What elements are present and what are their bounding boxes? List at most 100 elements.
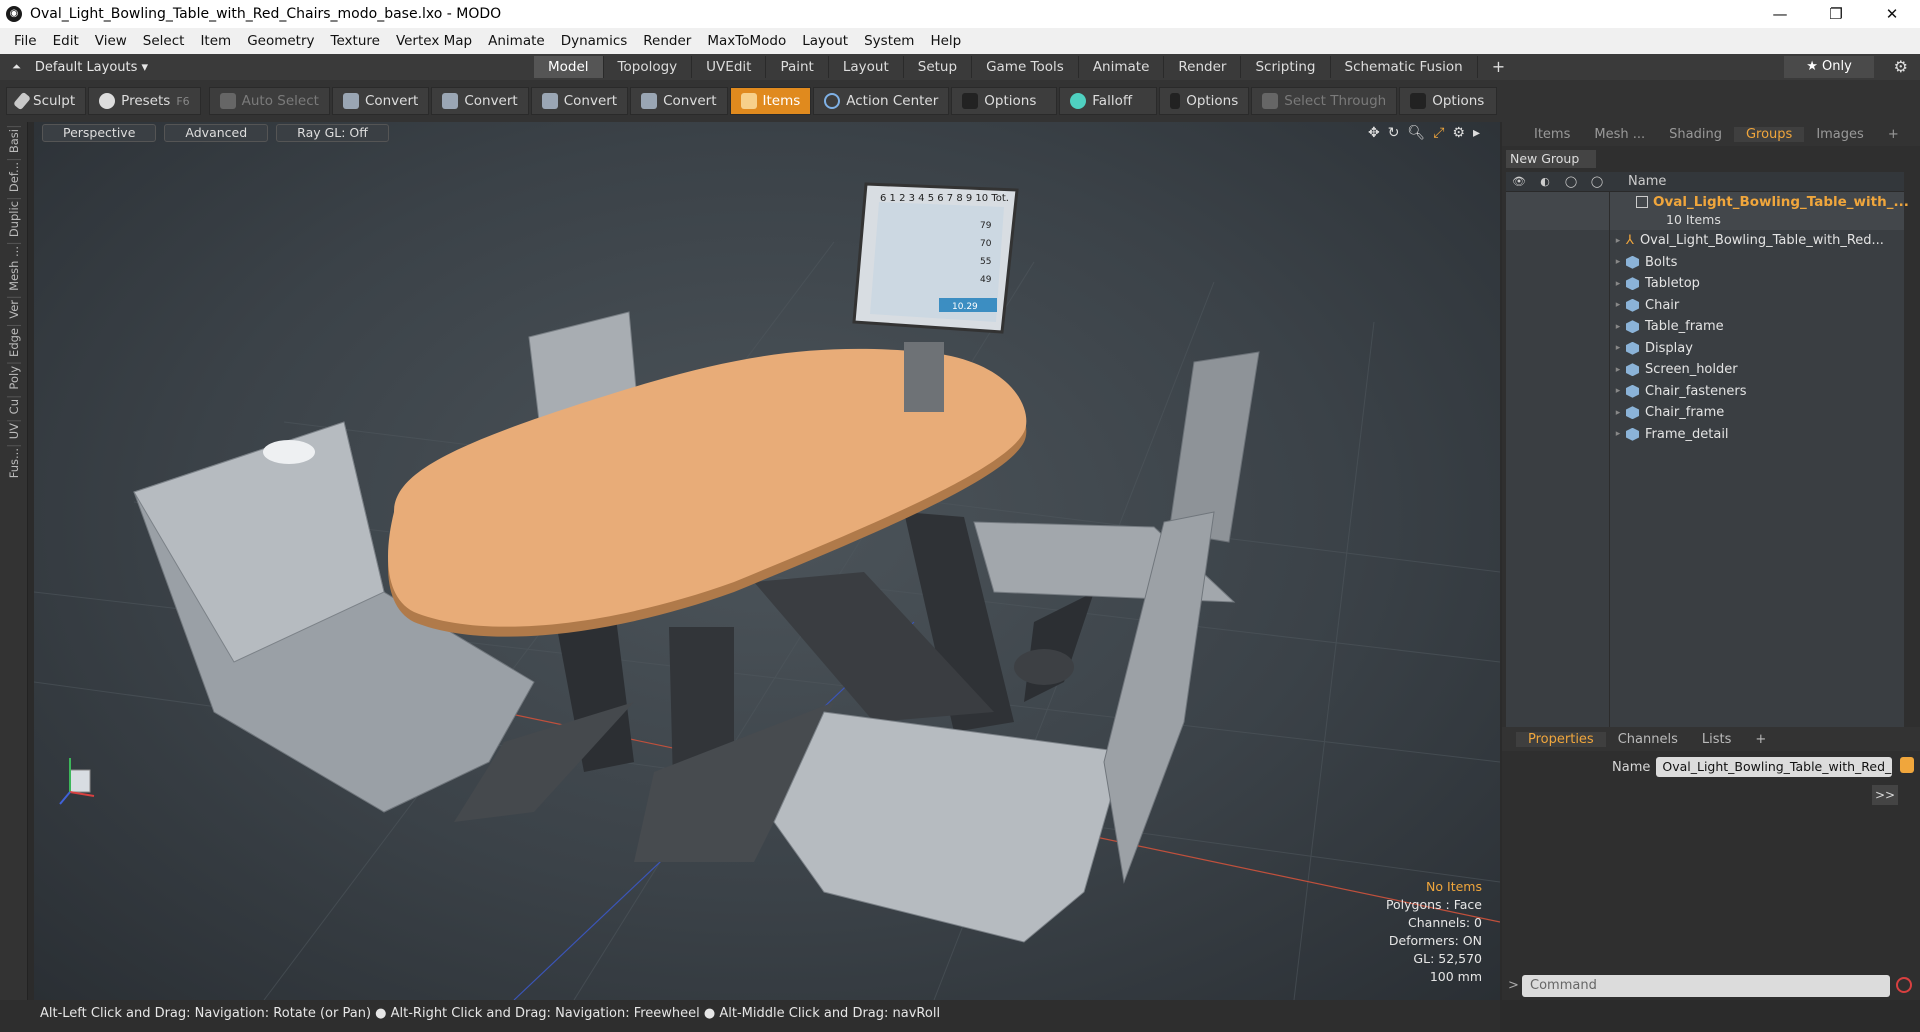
convert-edges-button[interactable]: Convert — [431, 87, 529, 115]
strip-mesh[interactable]: Mesh ... — [7, 243, 21, 294]
rotate-view-icon[interactable]: ↻ — [1388, 125, 1400, 141]
add-panel-tab-button[interactable]: + — [1876, 127, 1911, 142]
menu-system[interactable]: System — [856, 33, 922, 49]
expand-arrow-icon[interactable]: ▸ — [1610, 343, 1626, 353]
tab-game-tools[interactable]: Game Tools — [972, 56, 1079, 78]
fit-view-icon[interactable]: ⤢ — [1433, 125, 1444, 141]
tab-mesh[interactable]: Mesh ... — [1582, 127, 1657, 142]
raygl-toggle[interactable]: Ray GL: Off — [276, 124, 389, 142]
menu-select[interactable]: Select — [135, 33, 193, 49]
menu-maxtomodo[interactable]: MaxToModo — [699, 33, 794, 49]
expand-arrow-icon[interactable]: ▸ — [1610, 300, 1626, 310]
select-through-button[interactable]: Select Through — [1251, 87, 1398, 115]
list-item[interactable]: ▸ Screen_holder — [1506, 359, 1904, 381]
action-center-options-button[interactable]: Options — [951, 87, 1058, 115]
select-through-options-button[interactable]: Options — [1399, 87, 1498, 115]
expand-arrow-icon[interactable]: ▸ — [1610, 365, 1626, 375]
tab-schematic-fusion[interactable]: Schematic Fusion — [1331, 56, 1478, 78]
menu-render[interactable]: Render — [635, 33, 699, 49]
convert-vertices-button[interactable]: Convert — [331, 87, 430, 115]
lock-col-icon[interactable]: ◯ — [1558, 175, 1584, 188]
gear-icon[interactable]: ⚙ — [1894, 57, 1908, 76]
menu-dynamics[interactable]: Dynamics — [553, 33, 636, 49]
menu-geometry[interactable]: Geometry — [239, 33, 322, 49]
list-item[interactable]: ▸ Display — [1506, 337, 1904, 359]
strip-polygon[interactable]: Poly — [7, 363, 21, 392]
list-item[interactable]: ▸ Bolts — [1506, 251, 1904, 273]
strip-edge[interactable]: Edge — [7, 325, 21, 360]
expand-arrow-icon[interactable]: ▸ — [1610, 257, 1626, 267]
strip-curve[interactable]: Cu — [7, 395, 21, 416]
view-mode-dropdown[interactable]: Perspective — [42, 124, 157, 142]
strip-deform[interactable]: Def... — [7, 159, 21, 195]
menu-animate[interactable]: Animate — [480, 33, 553, 49]
new-group-button[interactable]: New Group — [1506, 150, 1596, 168]
select-col-icon[interactable]: ◯ — [1584, 175, 1610, 188]
only-toggle[interactable]: ★ Only — [1784, 56, 1874, 78]
tab-render[interactable]: Render — [1164, 56, 1242, 78]
tab-items[interactable]: Items — [1522, 127, 1582, 142]
default-layouts-dropdown[interactable]: Default Layouts ▾ — [35, 60, 148, 75]
tab-topology[interactable]: Topology — [604, 56, 693, 78]
auto-select-button[interactable]: Auto Select — [208, 87, 330, 115]
expand-arrow-icon[interactable]: ▸ — [1610, 279, 1626, 289]
falloff-button[interactable]: Falloff — [1059, 87, 1158, 115]
expand-arrow-icon[interactable]: ▸ — [1610, 322, 1626, 332]
zoom-view-icon[interactable]: 🔍︎ — [1407, 125, 1425, 141]
strip-uv[interactable]: UV — [7, 419, 21, 442]
list-item[interactable]: ▸ Table_frame — [1506, 316, 1904, 338]
command-history-icon[interactable] — [1896, 977, 1912, 993]
expand-arrow-icon[interactable]: ▸ — [1610, 236, 1626, 246]
menu-help[interactable]: Help — [922, 33, 969, 49]
minimize-button[interactable]: — — [1752, 0, 1808, 28]
tab-scripting[interactable]: Scripting — [1241, 56, 1331, 78]
list-item[interactable]: ▸ Chair_fasteners — [1506, 380, 1904, 402]
strip-basic[interactable]: Basi — [7, 126, 21, 156]
tab-animate[interactable]: Animate — [1079, 56, 1165, 78]
3d-viewport[interactable]: 6 1 2 3 4 5 6 7 8 9 10 Tot. 79 70 55 49 … — [34, 122, 1500, 1000]
convert-materials-button[interactable]: Convert — [630, 87, 728, 115]
list-item[interactable]: ▸ Chair_frame — [1506, 402, 1904, 424]
tab-images[interactable]: Images — [1804, 127, 1876, 142]
name-field[interactable]: Oval_Light_Bowling_Table_with_Red_C — [1656, 757, 1893, 777]
viewport-menu-arrow-icon[interactable]: ▸ — [1473, 125, 1480, 141]
falloff-options-button[interactable]: Options — [1159, 87, 1250, 115]
convert-polygons-button[interactable]: Convert — [530, 87, 629, 115]
list-item[interactable]: ▸ Tabletop — [1506, 273, 1904, 295]
layout-up-icon[interactable]: ⏶ — [12, 60, 21, 74]
add-properties-tab-button[interactable]: + — [1743, 732, 1778, 747]
restore-button[interactable]: ❐ — [1808, 0, 1864, 28]
strip-duplicate[interactable]: Duplic — [7, 198, 21, 240]
menu-file[interactable]: File — [6, 33, 45, 49]
group-row[interactable]: Oval_Light_Bowling_Table_with_... 10 Ite… — [1506, 192, 1909, 230]
tab-channels[interactable]: Channels — [1606, 732, 1690, 747]
viewport-settings-icon[interactable]: ⚙ — [1452, 125, 1465, 141]
action-center-button[interactable]: Action Center — [813, 87, 950, 115]
items-mode-button[interactable]: Items — [729, 87, 812, 115]
orange-slider-handle[interactable] — [1900, 757, 1914, 773]
expand-arrow-icon[interactable]: ▸ — [1610, 408, 1626, 418]
menu-item[interactable]: Item — [192, 33, 239, 49]
strip-vertex[interactable]: Ver — [7, 297, 21, 322]
list-item[interactable]: ▸ ⅄ Oval_Light_Bowling_Table_with_Red... — [1506, 230, 1904, 252]
tab-paint[interactable]: Paint — [766, 56, 829, 78]
sculpt-button[interactable]: Sculpt — [6, 87, 87, 115]
tab-layout[interactable]: Layout — [829, 56, 904, 78]
tab-groups[interactable]: Groups — [1733, 126, 1805, 142]
group-visibility-cells[interactable] — [1506, 192, 1610, 230]
menu-edit[interactable]: Edit — [45, 33, 87, 49]
move-view-icon[interactable]: ✥ — [1368, 125, 1380, 141]
list-item[interactable]: ▸ Chair — [1506, 294, 1904, 316]
render-col-icon[interactable]: ◐ — [1532, 175, 1558, 188]
command-input[interactable]: Command — [1522, 975, 1890, 997]
tab-model[interactable]: Model — [534, 56, 604, 78]
tab-shading[interactable]: Shading — [1657, 127, 1734, 142]
menu-vertex-map[interactable]: Vertex Map — [388, 33, 480, 49]
tab-properties[interactable]: Properties — [1516, 731, 1606, 747]
shading-style-dropdown[interactable]: Advanced — [164, 124, 269, 142]
menu-layout[interactable]: Layout — [794, 33, 856, 49]
menu-view[interactable]: View — [87, 33, 135, 49]
expand-arrow-icon[interactable]: ▸ — [1610, 429, 1626, 439]
tab-lists[interactable]: Lists — [1690, 732, 1744, 747]
presets-button[interactable]: Presets F6 — [88, 87, 201, 115]
